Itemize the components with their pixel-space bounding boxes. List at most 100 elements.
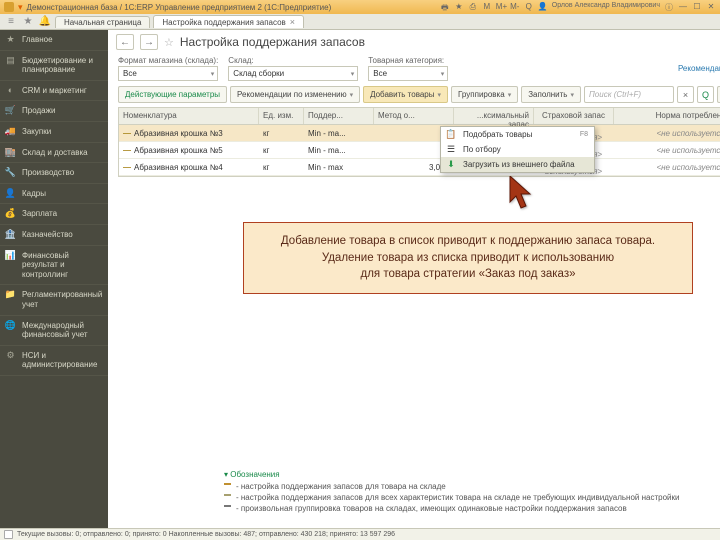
legend-marker-icon bbox=[224, 494, 231, 496]
info-icon[interactable]: ⓘ bbox=[664, 2, 674, 12]
toolbar-icon[interactable]: ★ bbox=[454, 2, 464, 12]
min-icon[interactable]: — bbox=[678, 2, 688, 12]
kat-select[interactable]: Все bbox=[368, 66, 448, 81]
sidebar-item-intl[interactable]: 🌐Международный финансовый учет bbox=[0, 316, 108, 346]
sidebar-item-treasury[interactable]: 🏦Казначейство bbox=[0, 225, 108, 246]
col-method[interactable]: Метод о... bbox=[374, 108, 454, 124]
fill-button[interactable]: Заполнить▾ bbox=[521, 86, 581, 103]
legend-marker-icon bbox=[224, 505, 231, 507]
person-icon: 👤 bbox=[5, 188, 16, 199]
star-icon[interactable]: ★ bbox=[21, 15, 35, 29]
note-line: для товара стратегии «Заказ под заказ» bbox=[260, 266, 676, 283]
legend-toggle[interactable]: Обозначения bbox=[224, 470, 720, 479]
sklad-select[interactable]: Склад сборки bbox=[228, 66, 358, 81]
toolbar-icon[interactable]: M bbox=[482, 2, 492, 12]
col-podd[interactable]: Поддер... bbox=[304, 108, 374, 124]
sidebar-item-main[interactable]: ★Главное bbox=[0, 30, 108, 51]
tab-close-icon[interactable]: × bbox=[290, 17, 295, 27]
toolbar-icon[interactable]: Q bbox=[524, 2, 534, 12]
note-line: Добавление товара в список приводит к по… bbox=[260, 233, 676, 250]
max-icon[interactable]: ☐ bbox=[692, 2, 702, 12]
window-titlebar: ▾ Демонстрационная база / 1С:ERP Управле… bbox=[0, 0, 720, 14]
group-button[interactable]: Группировка▾ bbox=[451, 86, 518, 103]
reco-change-button[interactable]: Рекомендации по изменению▾ bbox=[230, 86, 360, 103]
sidebar-item-salary[interactable]: 💰Зарплата bbox=[0, 204, 108, 225]
tabbar: ≡ ★ 🔔 Начальная страница Настройка подде… bbox=[0, 14, 720, 30]
bell-icon[interactable]: 🔔 bbox=[38, 15, 52, 29]
legend-row: - настройка поддержания запасов для всех… bbox=[224, 492, 720, 503]
format-label: Формат магазина (склада): bbox=[118, 56, 218, 65]
sidebar-item-finance[interactable]: 📊Финансовый результат и контроллинг bbox=[0, 246, 108, 286]
sidebar-item-regulated[interactable]: 📁Регламентированный учет bbox=[0, 285, 108, 315]
menu-load-file[interactable]: ⬇ Загрузить из внешнего файла bbox=[441, 157, 594, 172]
table-row[interactable]: —Абразивная крошка №3 кг Min - ma... 10,… bbox=[119, 125, 720, 142]
forward-button[interactable]: → bbox=[140, 34, 158, 50]
format-select[interactable]: Все bbox=[118, 66, 218, 81]
col-straf[interactable]: Страховой запас bbox=[534, 108, 614, 124]
col-ed[interactable]: Ед. изм. bbox=[259, 108, 304, 124]
col-norm[interactable]: Норма потребления bbox=[614, 108, 720, 124]
star-icon: ★ bbox=[5, 34, 16, 45]
row-marker-icon: — bbox=[123, 129, 131, 138]
cursor-arrow-icon bbox=[504, 176, 534, 214]
sidebar-item-hr[interactable]: 👤Кадры bbox=[0, 184, 108, 205]
tab-home[interactable]: Начальная страница bbox=[55, 16, 150, 28]
tab-label: Настройка поддержания запасов bbox=[162, 18, 285, 27]
bank-icon: 🏦 bbox=[5, 229, 16, 240]
user-icon[interactable]: 👤 bbox=[538, 2, 548, 12]
tab-current[interactable]: Настройка поддержания запасов × bbox=[153, 15, 304, 28]
row-marker-icon: — bbox=[123, 146, 131, 155]
acting-params-button[interactable]: Действующие параметры bbox=[118, 86, 227, 103]
status-text: Текущие вызовы: 0; отправлено: 0; принят… bbox=[17, 531, 395, 538]
filter-bar: Формат магазина (склада): Все Склад: Скл… bbox=[108, 52, 720, 83]
main-area: ← → ☆ Настройка поддержания запасов × Фо… bbox=[108, 30, 720, 528]
search-input[interactable]: Поиск (Ctrl+F) bbox=[584, 86, 674, 103]
toolbar-icon[interactable]: 🖶 bbox=[440, 2, 450, 12]
add-goods-menu: 📋 Подобрать товары F8 ☰ По отбору ⬇ Загр… bbox=[440, 126, 595, 173]
window-title: Демонстрационная база / 1С:ERP Управлени… bbox=[27, 3, 436, 12]
table-row[interactable]: —Абразивная крошка №4 кг Min - max 3,000… bbox=[119, 159, 720, 176]
favorite-icon[interactable]: ☆ bbox=[164, 36, 174, 49]
sidebar-item-production[interactable]: 🔧Производство bbox=[0, 163, 108, 184]
sklad-label: Склад: bbox=[228, 56, 358, 65]
menu-by-filter[interactable]: ☰ По отбору bbox=[441, 142, 594, 157]
sidebar-item-crm[interactable]: ◐CRM и маркетинг bbox=[0, 81, 108, 102]
search-go-icon[interactable]: Q bbox=[697, 86, 714, 103]
import-icon: ⬇ bbox=[445, 159, 457, 171]
col-max[interactable]: ...ксимальный запас bbox=[454, 108, 534, 124]
pie-icon: ◐ bbox=[5, 85, 16, 96]
add-goods-button[interactable]: Добавить товары▾ bbox=[363, 86, 448, 103]
back-button[interactable]: ← bbox=[116, 34, 134, 50]
money-icon: 💰 bbox=[5, 208, 16, 219]
store-icon: 🏬 bbox=[5, 147, 16, 158]
sidebar-item-warehouse[interactable]: 🏬Склад и доставка bbox=[0, 143, 108, 164]
legend-row: - произвольная группировка товаров на ск… bbox=[224, 503, 720, 514]
nav-arrow-icon[interactable]: ▾ bbox=[18, 2, 23, 13]
folder-icon: 📁 bbox=[5, 289, 16, 300]
menu-icon[interactable]: ≡ bbox=[4, 15, 18, 29]
status-icon bbox=[4, 530, 13, 539]
user-name[interactable]: Орлов Александр Владимирович bbox=[552, 2, 660, 12]
toolbar: Действующие параметры Рекомендации по из… bbox=[108, 83, 720, 107]
table-row[interactable]: —Абразивная крошка №5 кг Min - ma... 10,… bbox=[119, 142, 720, 159]
status-bar: Текущие вызовы: 0; отправлено: 0; принят… bbox=[0, 528, 720, 540]
sidebar-item-budget[interactable]: ▤Бюджетирование и планирование bbox=[0, 51, 108, 81]
gear-icon: ⚙ bbox=[5, 350, 16, 361]
globe-icon: 🌐 bbox=[5, 320, 16, 331]
menu-pick-goods[interactable]: 📋 Подобрать товары F8 bbox=[441, 127, 594, 142]
toolbar-icon[interactable]: M- bbox=[510, 2, 520, 12]
truck-icon: 🚚 bbox=[5, 126, 16, 137]
close-icon[interactable]: ✕ bbox=[706, 2, 716, 12]
sidebar-item-admin[interactable]: ⚙НСИ и администрирование bbox=[0, 346, 108, 376]
toolbar-icon[interactable]: ⎙ bbox=[468, 2, 478, 12]
clear-search-icon[interactable]: × bbox=[677, 86, 694, 103]
annotation-note: Добавление товара в список приводит к по… bbox=[243, 222, 693, 294]
sidebar: ★Главное ▤Бюджетирование и планирование … bbox=[0, 30, 108, 528]
note-line: Удаление товара из списка приводит к исп… bbox=[260, 250, 676, 267]
toolbar-icon[interactable]: M+ bbox=[496, 2, 506, 12]
sidebar-item-sales[interactable]: 🛒Продажи bbox=[0, 101, 108, 122]
recommendations-link[interactable]: Рекомендации актуальны bbox=[678, 64, 720, 73]
sidebar-item-purchases[interactable]: 🚚Закупки bbox=[0, 122, 108, 143]
row-marker-icon: — bbox=[123, 163, 131, 172]
col-name[interactable]: Номенклатура bbox=[119, 108, 259, 124]
